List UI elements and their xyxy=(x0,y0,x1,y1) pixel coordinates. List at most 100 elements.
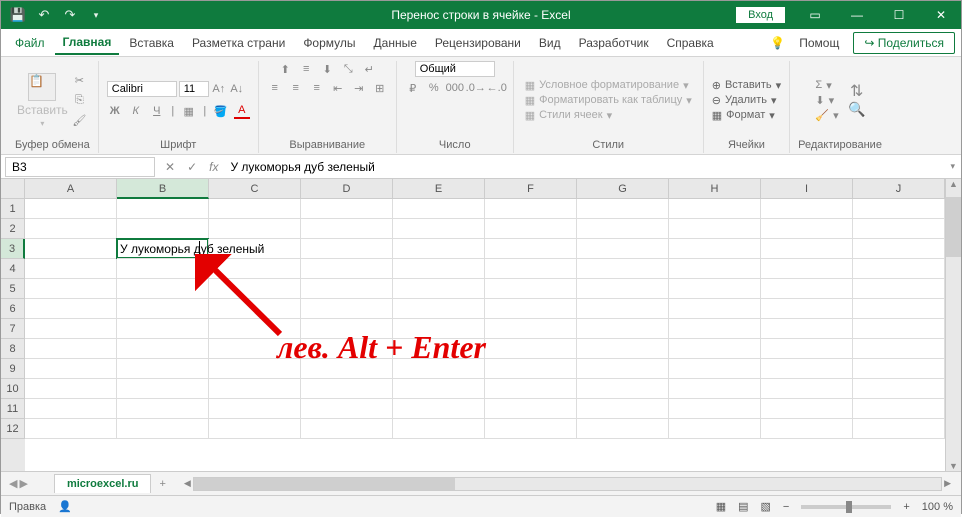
accessibility-icon[interactable]: 👤 xyxy=(58,500,72,513)
orientation-icon[interactable]: ⤡ xyxy=(340,61,356,77)
decrease-indent-icon[interactable]: ⇤ xyxy=(330,80,346,96)
tab-assist[interactable]: Помощ xyxy=(791,32,847,54)
currency-icon[interactable]: ₽ xyxy=(405,80,421,96)
paste-button[interactable]: 📋 Вставить ▾ xyxy=(17,73,67,128)
zoom-slider[interactable] xyxy=(801,505,891,509)
fill-color-icon[interactable]: 🪣 xyxy=(213,103,229,119)
tab-help[interactable]: Справка xyxy=(659,32,722,54)
fx-icon[interactable]: fx xyxy=(203,160,224,174)
view-normal-icon[interactable]: ▦ xyxy=(716,500,726,513)
tab-file[interactable]: Файл xyxy=(7,32,53,54)
col-header-A[interactable]: A xyxy=(25,179,117,199)
ribbon-options-icon[interactable]: ▭ xyxy=(795,1,835,29)
zoom-out-icon[interactable]: − xyxy=(783,501,789,513)
col-header-E[interactable]: E xyxy=(393,179,485,199)
minimize-icon[interactable]: — xyxy=(837,1,877,29)
tab-insert[interactable]: Вставка xyxy=(121,32,182,54)
vscroll-thumb[interactable] xyxy=(946,197,961,257)
col-header-F[interactable]: F xyxy=(485,179,577,199)
border-icon[interactable]: ▦ xyxy=(181,103,197,119)
decrease-decimal-icon[interactable]: ←.0 xyxy=(489,80,505,96)
formula-expand-icon[interactable]: ▾ xyxy=(944,161,961,172)
clear-button[interactable]: 🧹 ▾ xyxy=(815,109,838,122)
row-header-3[interactable]: 3 xyxy=(1,239,25,259)
col-header-I[interactable]: I xyxy=(761,179,853,199)
tab-formulas[interactable]: Формулы xyxy=(295,32,363,54)
add-sheet-button[interactable]: + xyxy=(151,478,173,490)
undo-icon[interactable]: ↶ xyxy=(35,6,53,24)
percent-icon[interactable]: % xyxy=(426,80,442,96)
cell-grid[interactable]: У лукоморья дуб зеленый лев. Al xyxy=(25,199,945,471)
tab-review[interactable]: Рецензировани xyxy=(427,32,529,54)
row-header-9[interactable]: 9 xyxy=(1,359,25,379)
copy-icon[interactable]: ⎘ xyxy=(71,92,87,108)
redo-icon[interactable]: ↷ xyxy=(61,6,79,24)
increase-font-icon[interactable]: A↑ xyxy=(211,81,227,97)
vertical-scrollbar[interactable]: ▲ ▼ xyxy=(945,179,961,471)
formula-input[interactable] xyxy=(224,158,944,176)
tab-developer[interactable]: Разработчик xyxy=(571,32,657,54)
autosum-button[interactable]: Σ ▾ xyxy=(815,79,838,92)
increase-decimal-icon[interactable]: .0→ xyxy=(468,80,484,96)
increase-indent-icon[interactable]: ⇥ xyxy=(351,80,367,96)
italic-icon[interactable]: К xyxy=(128,103,144,119)
row-header-5[interactable]: 5 xyxy=(1,279,25,299)
tab-home[interactable]: Главная xyxy=(55,31,120,55)
row-header-1[interactable]: 1 xyxy=(1,199,25,219)
select-all-corner[interactable] xyxy=(1,179,25,199)
sheet-tab-active[interactable]: microexcel.ru xyxy=(54,474,152,493)
conditional-formatting-button[interactable]: ▦Условное форматирование ▾ xyxy=(525,79,692,92)
align-bottom-icon[interactable]: ⬇ xyxy=(319,61,335,77)
decrease-font-icon[interactable]: A↓ xyxy=(229,81,245,97)
sort-filter-icon[interactable]: ⇅ xyxy=(849,83,865,99)
font-name-select[interactable] xyxy=(107,81,177,97)
row-header-7[interactable]: 7 xyxy=(1,319,25,339)
col-header-B[interactable]: B xyxy=(117,179,209,199)
number-format-select[interactable] xyxy=(415,61,495,77)
share-button[interactable]: ↪ Поделиться xyxy=(853,32,955,54)
col-header-J[interactable]: J xyxy=(853,179,945,199)
bold-icon[interactable]: Ж xyxy=(107,103,123,119)
tab-view[interactable]: Вид xyxy=(531,32,569,54)
delete-cells-button[interactable]: ⊖Удалить ▾ xyxy=(712,94,781,107)
align-middle-icon[interactable]: ≡ xyxy=(298,61,314,77)
row-header-6[interactable]: 6 xyxy=(1,299,25,319)
enter-formula-icon[interactable]: ✓ xyxy=(181,160,203,174)
hscroll-thumb[interactable] xyxy=(194,478,456,490)
tab-layout[interactable]: Разметка страни xyxy=(184,32,293,54)
format-cells-button[interactable]: ▦Формат ▾ xyxy=(712,109,781,122)
find-select-icon[interactable]: 🔍 xyxy=(849,101,865,117)
row-header-10[interactable]: 10 xyxy=(1,379,25,399)
view-page-break-icon[interactable]: ▧ xyxy=(761,500,771,513)
wrap-text-icon[interactable]: ↵ xyxy=(361,61,377,77)
save-icon[interactable]: 💾 xyxy=(9,6,27,24)
close-icon[interactable]: ✕ xyxy=(921,1,961,29)
cut-icon[interactable]: ✂ xyxy=(71,72,87,88)
comma-icon[interactable]: 000 xyxy=(447,80,463,96)
col-header-C[interactable]: C xyxy=(209,179,301,199)
tab-data[interactable]: Данные xyxy=(366,32,425,54)
row-header-12[interactable]: 12 xyxy=(1,419,25,439)
name-box[interactable] xyxy=(5,157,155,177)
align-top-icon[interactable]: ⬆ xyxy=(277,61,293,77)
sheet-nav-next-icon[interactable]: ▶ xyxy=(19,477,27,490)
align-center-icon[interactable]: ≡ xyxy=(288,80,304,96)
insert-cells-button[interactable]: ⊕Вставить ▾ xyxy=(712,79,781,92)
format-as-table-button[interactable]: ▦Форматировать как таблицу ▾ xyxy=(525,94,692,107)
font-color-icon[interactable]: A xyxy=(234,103,250,119)
qat-customize-icon[interactable]: ▾ xyxy=(87,6,105,24)
merge-icon[interactable]: ⊞ xyxy=(372,80,388,96)
align-left-icon[interactable]: ≡ xyxy=(267,80,283,96)
tell-me-icon[interactable]: 💡 xyxy=(770,36,785,50)
col-header-H[interactable]: H xyxy=(669,179,761,199)
maximize-icon[interactable]: ☐ xyxy=(879,1,919,29)
login-button[interactable]: Вход xyxy=(736,7,785,23)
horizontal-scrollbar[interactable]: ◀ ▶ xyxy=(174,477,961,491)
row-header-11[interactable]: 11 xyxy=(1,399,25,419)
cell-styles-button[interactable]: ▦Стили ячеек ▾ xyxy=(525,109,692,122)
zoom-level[interactable]: 100 % xyxy=(922,501,953,513)
font-size-select[interactable] xyxy=(179,81,209,97)
cancel-formula-icon[interactable]: ✕ xyxy=(159,160,181,174)
col-header-D[interactable]: D xyxy=(301,179,393,199)
align-right-icon[interactable]: ≡ xyxy=(309,80,325,96)
